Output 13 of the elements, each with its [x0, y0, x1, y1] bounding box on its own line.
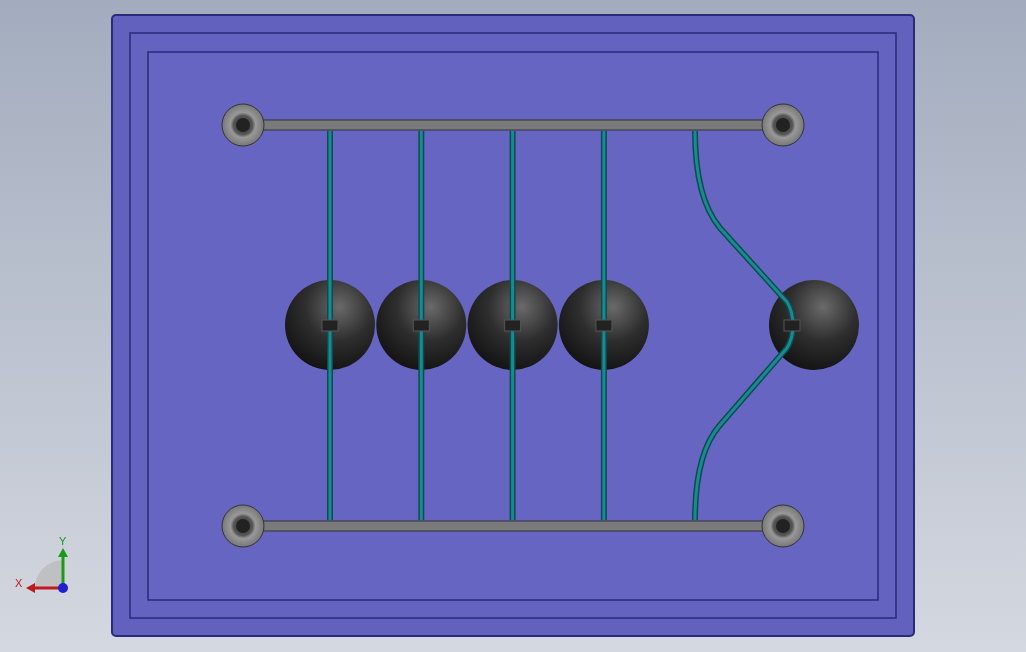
x-axis-label: X	[15, 577, 23, 589]
post	[221, 103, 265, 147]
clamp	[595, 319, 613, 332]
clamp	[504, 319, 522, 332]
clamp	[321, 319, 339, 332]
post	[761, 103, 805, 147]
z-axis-icon	[58, 583, 68, 593]
clamp	[412, 319, 430, 332]
clamp	[783, 319, 801, 332]
post	[761, 504, 805, 548]
y-axis-label: Y	[59, 535, 67, 547]
post	[221, 504, 265, 548]
plane-indicator-icon	[35, 560, 63, 588]
